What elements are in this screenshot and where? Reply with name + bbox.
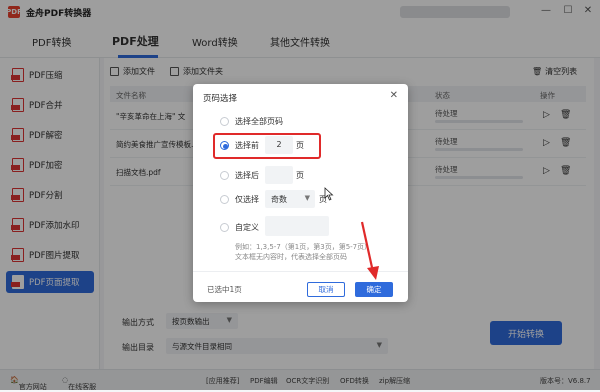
radio-button[interactable] — [220, 223, 229, 232]
radio-button[interactable] — [220, 195, 229, 204]
close-icon[interactable]: ✕ — [390, 90, 398, 101]
option-only-pages[interactable]: 仅选择 — [220, 194, 259, 205]
mouse-cursor-icon — [324, 187, 334, 201]
odd-even-select[interactable]: 奇数 ▼ — [265, 190, 315, 208]
confirm-button[interactable]: 确定 — [355, 282, 393, 297]
radio-button[interactable] — [220, 171, 229, 180]
page-unit-label: 页 — [296, 171, 304, 180]
custom-hint-example: 例如：1,3,5-7（第1页，第3页，第5-7页） — [235, 243, 372, 251]
chevron-down-icon: ▼ — [304, 194, 310, 202]
selected-count: 已选中1页 — [207, 285, 242, 294]
highlight-box — [213, 133, 321, 159]
last-pages-input[interactable] — [265, 166, 293, 184]
option-custom[interactable]: 自定义 — [220, 222, 259, 233]
option-label: 仅选择 — [235, 195, 259, 204]
page-select-dialog: 页码选择 ✕ 选择全部页码 选择前 2 页 选择后 页 仅选择 奇数 ▼ 页 自定… — [193, 84, 408, 302]
dialog-title: 页码选择 — [203, 94, 238, 104]
custom-pages-input[interactable] — [265, 216, 329, 236]
odd-even-value: 奇数 — [271, 195, 287, 204]
option-label: 自定义 — [235, 223, 259, 232]
dialog-divider — [193, 271, 408, 272]
option-label: 选择后 — [235, 171, 259, 180]
option-all-pages[interactable]: 选择全部页码 — [220, 116, 283, 127]
cancel-button[interactable]: 取消 — [307, 282, 345, 297]
custom-hint-empty: 文本框无内容时，代表选择全部页码 — [235, 253, 347, 261]
option-label: 选择全部页码 — [235, 117, 283, 126]
option-last-pages[interactable]: 选择后 — [220, 170, 259, 181]
radio-button[interactable] — [220, 117, 229, 126]
